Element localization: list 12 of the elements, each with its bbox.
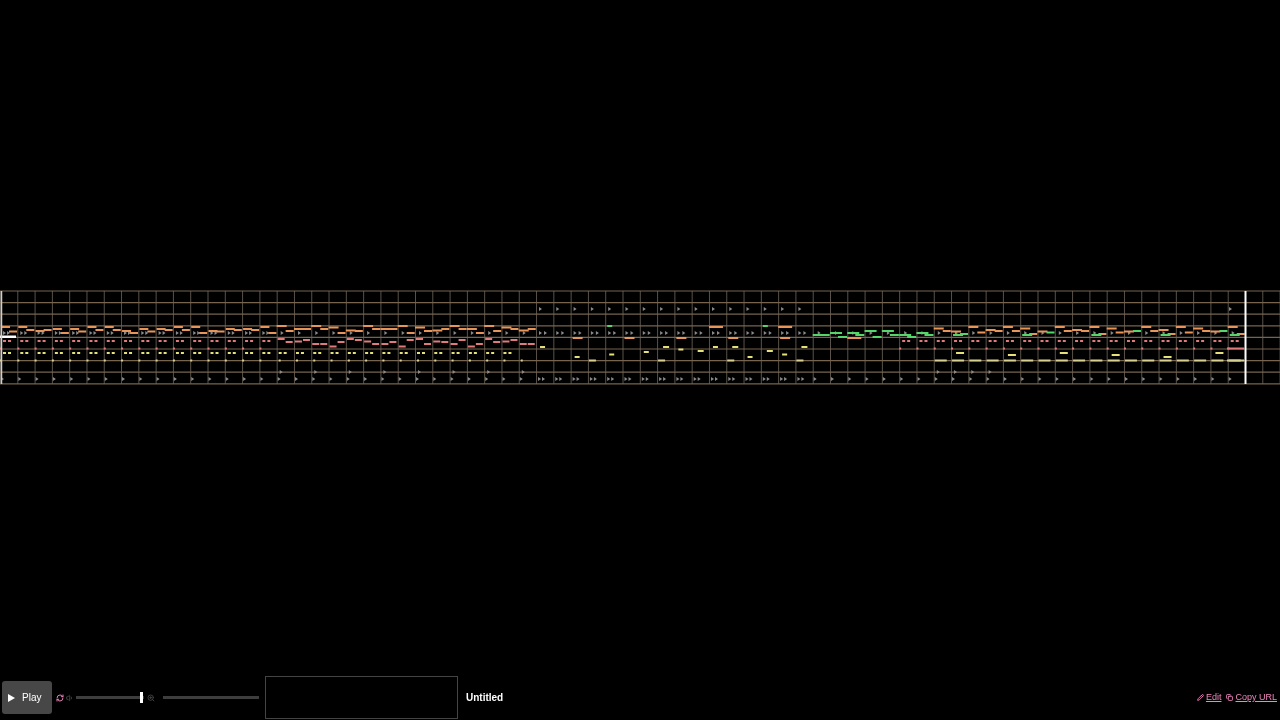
play-button[interactable]: Play <box>2 681 52 714</box>
edit-link[interactable]: Edit <box>1196 690 1222 705</box>
speaker-icon <box>66 693 74 702</box>
copy-icon <box>1226 694 1234 701</box>
pencil-icon <box>1196 694 1204 701</box>
loop-button[interactable] <box>56 693 64 702</box>
seek-track[interactable] <box>163 696 259 699</box>
song-title: Untitled <box>466 691 504 705</box>
loop-icon <box>56 693 64 702</box>
copy-url-link[interactable]: Copy URL <box>1226 690 1277 705</box>
play-icon <box>8 693 15 702</box>
volume-thumb[interactable] <box>139 692 143 703</box>
